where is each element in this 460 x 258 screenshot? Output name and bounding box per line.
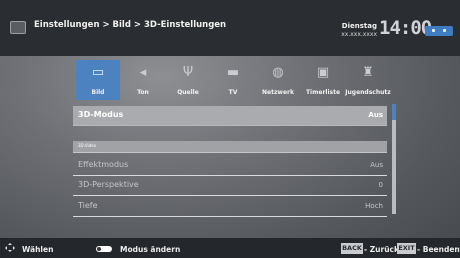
tab-jugendschutz[interactable]: ♜ Jugendschutz bbox=[345, 60, 390, 100]
globe-icon: ◍ bbox=[272, 65, 284, 80]
tab-quelle[interactable]: Ψ Quelle bbox=[166, 60, 210, 100]
menu-item-value: Aus bbox=[368, 111, 383, 119]
date: xx.xxx.xxxx bbox=[341, 31, 377, 38]
settings-menu-icon bbox=[10, 21, 26, 34]
section-title: 3D-Video bbox=[78, 143, 97, 148]
tab-ton[interactable]: ◂ Ton bbox=[121, 60, 165, 100]
menu-item-label: Tiefe bbox=[78, 201, 98, 210]
menu-item-value: Hoch bbox=[365, 202, 383, 210]
menu-item-label: 3D-Perspektive bbox=[78, 180, 139, 189]
status-indicator-icon bbox=[425, 26, 453, 36]
header-bar: Einstellungen > Bild > 3D-Einstellungen … bbox=[0, 0, 460, 56]
tab-netzwerk[interactable]: ◍ Netzwerk bbox=[256, 60, 300, 100]
menu-item-tiefe[interactable]: Tiefe Hoch bbox=[73, 197, 387, 217]
hint-exit: - Beenden bbox=[417, 245, 460, 254]
hint-back: - Zurück bbox=[364, 245, 399, 254]
menu-item-value: 0 bbox=[378, 181, 383, 189]
tab-timerliste[interactable]: ▣ Timerliste bbox=[301, 60, 345, 100]
back-key[interactable]: BACK bbox=[341, 243, 363, 254]
tab-label: Jugendschutz bbox=[345, 89, 391, 96]
exit-key[interactable]: EXIT bbox=[397, 243, 416, 254]
breadcrumb: Einstellungen > Bild > 3D-Einstellungen bbox=[34, 20, 227, 30]
ok-key-icon bbox=[96, 246, 112, 252]
hint-change-mode: Modus ändern bbox=[120, 245, 181, 254]
hint-back-text: Zurück bbox=[369, 245, 399, 254]
calendar-icon: ▣ bbox=[316, 65, 330, 80]
speaker-icon: ◂ bbox=[139, 65, 147, 80]
antenna-icon: Ψ bbox=[182, 65, 194, 80]
tab-tv[interactable]: ▬ TV bbox=[211, 60, 255, 100]
tv-menu-screen: Einstellungen > Bild > 3D-Einstellungen … bbox=[0, 0, 460, 258]
parental-icon: ♜ bbox=[362, 65, 374, 80]
hint-exit-text: Beenden bbox=[422, 245, 460, 254]
monitor-icon: ▭ bbox=[91, 65, 105, 80]
section-header-3d-video: 3D-Video bbox=[73, 141, 387, 153]
menu-item-value: Aus bbox=[370, 161, 383, 169]
category-tabs: ▭ Bild ◂ Ton Ψ Quelle ▬ TV ◍ Netzwerk ▣ … bbox=[73, 60, 393, 102]
scrollbar[interactable] bbox=[392, 104, 396, 214]
menu-item-3d-modus[interactable]: 3D-Modus Aus bbox=[73, 106, 387, 126]
clock: 14:00 bbox=[379, 17, 432, 39]
hint-select: Wählen bbox=[22, 245, 54, 254]
navigation-dpad-icon bbox=[5, 243, 17, 255]
menu-item-label: Effektmodus bbox=[78, 160, 129, 169]
date-display: Dienstag xx.xxx.xxxx bbox=[341, 22, 377, 39]
scrollbar-thumb[interactable] bbox=[392, 104, 396, 120]
menu-item-3d-perspektive[interactable]: 3D-Perspektive 0 bbox=[73, 176, 387, 196]
tab-bild[interactable]: ▭ Bild bbox=[76, 60, 120, 100]
menu-item-label: 3D-Modus bbox=[78, 110, 124, 119]
tv-icon: ▬ bbox=[226, 65, 240, 80]
menu-item-effektmodus[interactable]: Effektmodus Aus bbox=[73, 156, 387, 176]
weekday: Dienstag bbox=[341, 22, 377, 30]
